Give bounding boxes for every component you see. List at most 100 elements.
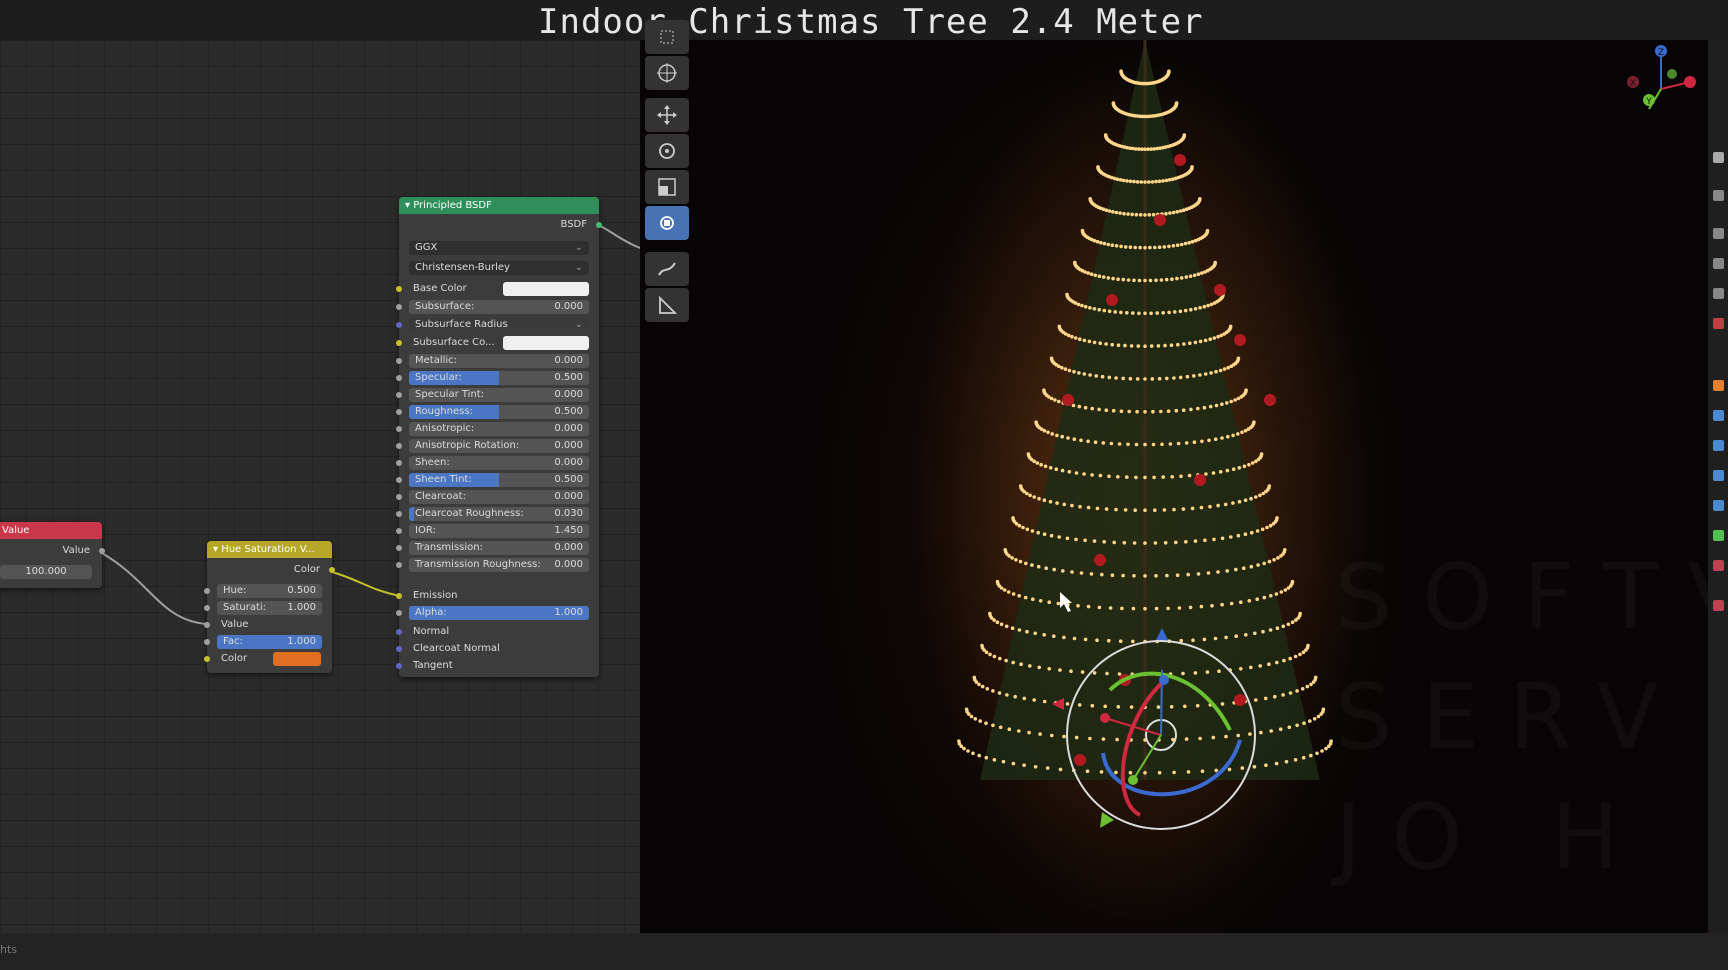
bsdf-value-field[interactable]: Transmission Roughness: 0.000 xyxy=(409,558,589,572)
fac-field[interactable]: Fac: 1.000 xyxy=(217,635,322,649)
navigation-gizmo[interactable]: Z X Y xyxy=(1610,40,1700,112)
subsurface-method-dropdown[interactable]: Christensen-Burley ⌄ xyxy=(409,261,589,275)
nav-neg-y-handle[interactable] xyxy=(1667,69,1677,79)
bsdf-input-socket[interactable] xyxy=(396,304,402,310)
gizmo-y-handle[interactable] xyxy=(1128,775,1138,785)
scale-icon[interactable] xyxy=(645,170,689,204)
hue-socket[interactable] xyxy=(204,588,210,594)
value-input-socket[interactable] xyxy=(204,622,210,628)
texture-tab-icon[interactable] xyxy=(1713,600,1724,611)
bsdf-input-socket[interactable] xyxy=(396,460,402,466)
base-color-socket[interactable] xyxy=(396,286,402,292)
bsdf-input-socket[interactable] xyxy=(396,528,402,534)
light-bulb xyxy=(1118,639,1123,643)
bsdf-input-socket[interactable] xyxy=(396,511,402,517)
light-bulb xyxy=(964,707,969,712)
output-tab-icon[interactable] xyxy=(1713,228,1724,239)
christmas-tree-render[interactable] xyxy=(640,40,1708,933)
rotate-icon[interactable] xyxy=(645,134,689,168)
bsdf-input-socket[interactable] xyxy=(396,409,402,415)
bsdf-value-field[interactable]: Clearcoat: 0.000 xyxy=(409,490,589,504)
bsdf-output-socket[interactable] xyxy=(596,222,602,228)
cursor-icon[interactable] xyxy=(645,56,689,90)
color-input-socket[interactable] xyxy=(204,656,210,662)
3d-viewport[interactable]: SOFTV SERV JO H xyxy=(640,40,1708,933)
color-swatch[interactable] xyxy=(273,652,321,666)
bsdf-value-field[interactable]: Specular Tint: 0.000 xyxy=(409,388,589,402)
select-box-icon[interactable] xyxy=(645,20,689,54)
fac-socket[interactable] xyxy=(204,639,210,645)
bsdf-input-socket[interactable] xyxy=(396,545,402,551)
light-bulb xyxy=(977,753,981,758)
bsdf-input-socket[interactable] xyxy=(396,610,402,616)
particles-tab-icon[interactable] xyxy=(1713,440,1724,451)
hue-output-socket[interactable] xyxy=(329,567,335,573)
saturation-field[interactable]: Saturati: 1.000 xyxy=(217,601,322,615)
tangent-socket[interactable] xyxy=(396,663,402,669)
sat-socket[interactable] xyxy=(204,605,210,611)
bsdf-value-field[interactable]: Metallic: 0.000 xyxy=(409,354,589,368)
value-output-socket[interactable] xyxy=(99,548,105,554)
bsdf-value-field[interactable]: Clearcoat Roughness: 0.030 xyxy=(409,507,589,521)
emission-socket[interactable] xyxy=(396,593,402,599)
bsdf-value-field[interactable]: Anisotropic: 0.000 xyxy=(409,422,589,436)
clearcoat-normal-socket[interactable] xyxy=(396,646,402,652)
value-node[interactable]: Value Value 100.000 xyxy=(0,522,105,588)
modifier-tab-icon[interactable] xyxy=(1713,410,1724,421)
field-label: Roughness: xyxy=(415,406,473,417)
bsdf-input-socket[interactable] xyxy=(396,562,402,568)
render-tab-icon[interactable] xyxy=(1713,190,1724,201)
physics-tab-icon[interactable] xyxy=(1713,470,1724,481)
bsdf-input-socket[interactable] xyxy=(396,443,402,449)
bsdf-value-field[interactable]: IOR: 1.450 xyxy=(409,524,589,538)
bsdf-header[interactable]: ▾ Principled BSDF xyxy=(399,197,599,214)
bsdf-input-socket[interactable] xyxy=(396,477,402,483)
measure-icon[interactable] xyxy=(645,288,689,322)
bsdf-value-field[interactable]: Sheen Tint: 0.500 xyxy=(409,473,589,487)
gizmo-x-handle[interactable] xyxy=(1100,713,1110,723)
world-tab-icon[interactable] xyxy=(1713,318,1724,329)
view-layer-tab-icon[interactable] xyxy=(1713,258,1724,269)
annotate-icon[interactable] xyxy=(645,252,689,286)
bsdf-value-field[interactable]: Specular: 0.500 xyxy=(409,371,589,385)
bsdf-value-field[interactable]: Roughness: 0.500 xyxy=(409,405,589,419)
bsdf-input-socket[interactable] xyxy=(396,426,402,432)
value-node-header[interactable]: Value xyxy=(0,522,102,539)
normal-socket[interactable] xyxy=(396,629,402,635)
bsdf-value-field[interactable]: Alpha: 1.000 xyxy=(409,606,589,620)
bsdf-value-field[interactable]: Subsurface: 0.000 xyxy=(409,300,589,314)
bsdf-value-field[interactable]: Transmission: 0.000 xyxy=(409,541,589,555)
bsdf-value-field[interactable]: Sheen: 0.000 xyxy=(409,456,589,470)
base-color-swatch[interactable] xyxy=(503,282,589,296)
light-bulb xyxy=(1223,502,1228,507)
data-tab-icon[interactable] xyxy=(1713,530,1724,541)
transform-icon[interactable] xyxy=(645,206,689,240)
light-bulb xyxy=(1100,374,1105,379)
object-tab-icon[interactable] xyxy=(1713,380,1724,391)
gizmo-z-handle[interactable] xyxy=(1159,675,1169,685)
hue-saturation-node[interactable]: ▾ Hue Saturation V... Color Hue: 0.500 Sa… xyxy=(204,541,335,673)
subsurface-color-swatch[interactable] xyxy=(503,336,589,350)
hue-field[interactable]: Hue: 0.500 xyxy=(217,584,322,598)
light-bulb xyxy=(1267,662,1271,666)
scene-tab-icon[interactable] xyxy=(1713,288,1724,299)
material-tab-icon[interactable] xyxy=(1713,560,1724,571)
principled-bsdf-node[interactable]: ▾ Principled BSDF BSDF GGX ⌄ Christensen-… xyxy=(396,197,602,677)
light-bulb xyxy=(1301,650,1306,654)
light-bulb xyxy=(1202,304,1207,309)
subsurface-radius-dropdown[interactable]: Subsurface Radius ⌄ xyxy=(409,318,589,332)
bsdf-input-socket[interactable] xyxy=(396,494,402,500)
subsurface-radius-socket[interactable] xyxy=(396,322,402,328)
subsurface-color-socket[interactable] xyxy=(396,340,402,346)
move-icon[interactable] xyxy=(645,98,689,132)
bsdf-input-socket[interactable] xyxy=(396,375,402,381)
hue-sat-header[interactable]: ▾ Hue Saturation V... xyxy=(207,541,332,558)
nav-x-handle[interactable] xyxy=(1684,76,1696,88)
distribution-dropdown[interactable]: GGX ⌄ xyxy=(409,241,589,255)
value-field[interactable]: 100.000 xyxy=(0,565,92,579)
tool-tab-icon[interactable] xyxy=(1713,152,1724,163)
constraints-tab-icon[interactable] xyxy=(1713,500,1724,511)
bsdf-input-socket[interactable] xyxy=(396,358,402,364)
bsdf-value-field[interactable]: Anisotropic Rotation: 0.000 xyxy=(409,439,589,453)
bsdf-input-socket[interactable] xyxy=(396,392,402,398)
